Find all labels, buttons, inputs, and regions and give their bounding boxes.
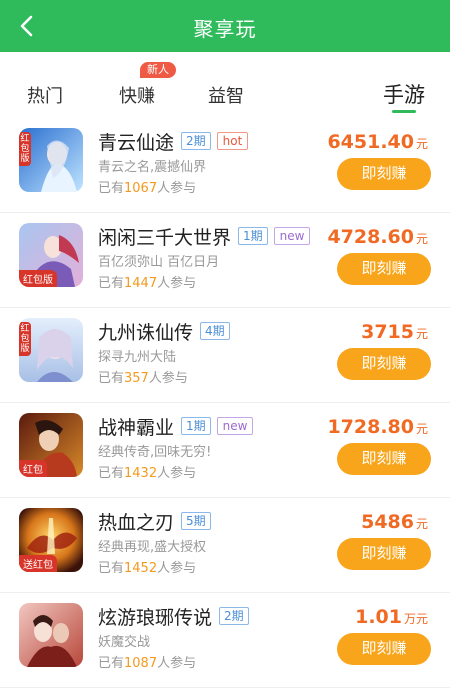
participants-count: 已有357人参与	[98, 371, 188, 386]
game-list: 红包版 青云仙途 2期 hot 青云之名,震撼仙界 已有1067人参与 6451…	[0, 118, 450, 688]
reward-amount: 5486 元	[361, 511, 428, 533]
earn-now-button[interactable]: 即刻赚	[337, 158, 431, 190]
reward-amount: 6451.40 元	[327, 131, 428, 153]
game-row[interactable]: 红包 战神霸业 1期 new 经典传奇,回味无穷! 已有1432人参与 1728…	[0, 403, 450, 498]
game-row[interactable]: 红包版 闲闲三千大世界 1期 new 百亿须弥山 百亿日月 已有1447人参与 …	[0, 213, 450, 308]
period-badge: 1期	[181, 417, 211, 435]
period-badge: 4期	[200, 322, 230, 340]
earn-now-button[interactable]: 即刻赚	[337, 633, 431, 665]
red-packet-tag: 红包版	[19, 270, 57, 287]
sanqian-game-icon: 红包版	[19, 223, 83, 287]
earn-now-button[interactable]: 即刻赚	[337, 443, 431, 475]
new-badge: new	[216, 417, 254, 435]
top-bar: 聚享玩	[0, 0, 450, 52]
reward-amount: 1.01 万元	[355, 606, 428, 628]
page-title: 聚享玩	[193, 17, 257, 41]
earn-now-button[interactable]: 即刻赚	[337, 253, 431, 285]
jiuzhou-game-icon: 红包版	[19, 318, 83, 382]
hot-badge: hot	[216, 132, 249, 150]
game-title: 战神霸业	[98, 416, 175, 439]
red-packet-tag: 红包	[19, 460, 47, 477]
game-title: 炫游琅琊传说	[98, 606, 213, 629]
newcomer-badge: 新人	[140, 62, 176, 78]
red-packet-tag: 送红包	[19, 555, 57, 572]
game-title: 青云仙途	[98, 131, 175, 154]
period-badge: 2期	[181, 132, 211, 150]
reward-amount: 1728.80 元	[327, 416, 428, 438]
participants-count: 已有1087人参与	[98, 656, 197, 671]
game-title: 热血之刃	[98, 511, 175, 534]
game-title: 闲闲三千大世界	[98, 226, 232, 249]
game-row[interactable]: 炫游琅琊传说 2期 妖魔交战 已有1087人参与 1.01 万元 即刻赚	[0, 593, 450, 688]
tab-quick-earn[interactable]: 快赚	[119, 82, 155, 108]
earn-now-button[interactable]: 即刻赚	[337, 538, 431, 570]
participants-count: 已有1452人参与	[98, 561, 197, 576]
game-row[interactable]: 红包版 九州诛仙传 4期 探寻九州大陆 已有357人参与 3715 元 即刻赚	[0, 308, 450, 403]
game-description: 妖魔交战	[98, 635, 151, 650]
participants-count: 已有1432人参与	[98, 466, 197, 481]
period-badge: 5期	[181, 512, 211, 530]
tab-hot[interactable]: 热门	[27, 82, 63, 108]
game-title: 九州诛仙传	[98, 321, 194, 344]
earn-now-button[interactable]: 即刻赚	[337, 348, 431, 380]
tab-mobile-games[interactable]: 手游	[383, 79, 425, 109]
red-packet-tag: 红包版	[19, 322, 31, 356]
game-row[interactable]: 送红包 热血之刃 5期 经典再现,盛大授权 已有1452人参与 5486 元 即刻…	[0, 498, 450, 593]
new-badge: new	[273, 227, 311, 245]
active-tab-indicator	[392, 110, 416, 113]
rexue-game-icon: 送红包	[19, 508, 83, 572]
tab-puzzle[interactable]: 益智	[208, 82, 244, 108]
game-row[interactable]: 红包版 青云仙途 2期 hot 青云之名,震撼仙界 已有1067人参与 6451…	[0, 118, 450, 213]
game-description: 经典再现,盛大授权	[98, 540, 207, 555]
game-description: 探寻九州大陆	[98, 350, 177, 365]
reward-amount: 3715 元	[361, 321, 428, 343]
participants-count: 已有1067人参与	[98, 181, 197, 196]
reward-amount: 4728.60 元	[327, 226, 428, 248]
period-badge: 2期	[219, 607, 249, 625]
red-packet-tag: 红包版	[19, 132, 31, 166]
category-tabs: 热门 快赚 新人 益智 手游	[0, 52, 450, 118]
game-description: 经典传奇,回味无穷!	[98, 445, 212, 460]
langya-game-icon	[19, 603, 83, 667]
game-description: 青云之名,震撼仙界	[98, 160, 207, 175]
participants-count: 已有1447人参与	[98, 276, 197, 291]
game-description: 百亿须弥山 百亿日月	[98, 255, 220, 270]
qingyun-game-icon: 红包版	[19, 128, 83, 192]
zhanshen-game-icon: 红包	[19, 413, 83, 477]
period-badge: 1期	[238, 227, 268, 245]
